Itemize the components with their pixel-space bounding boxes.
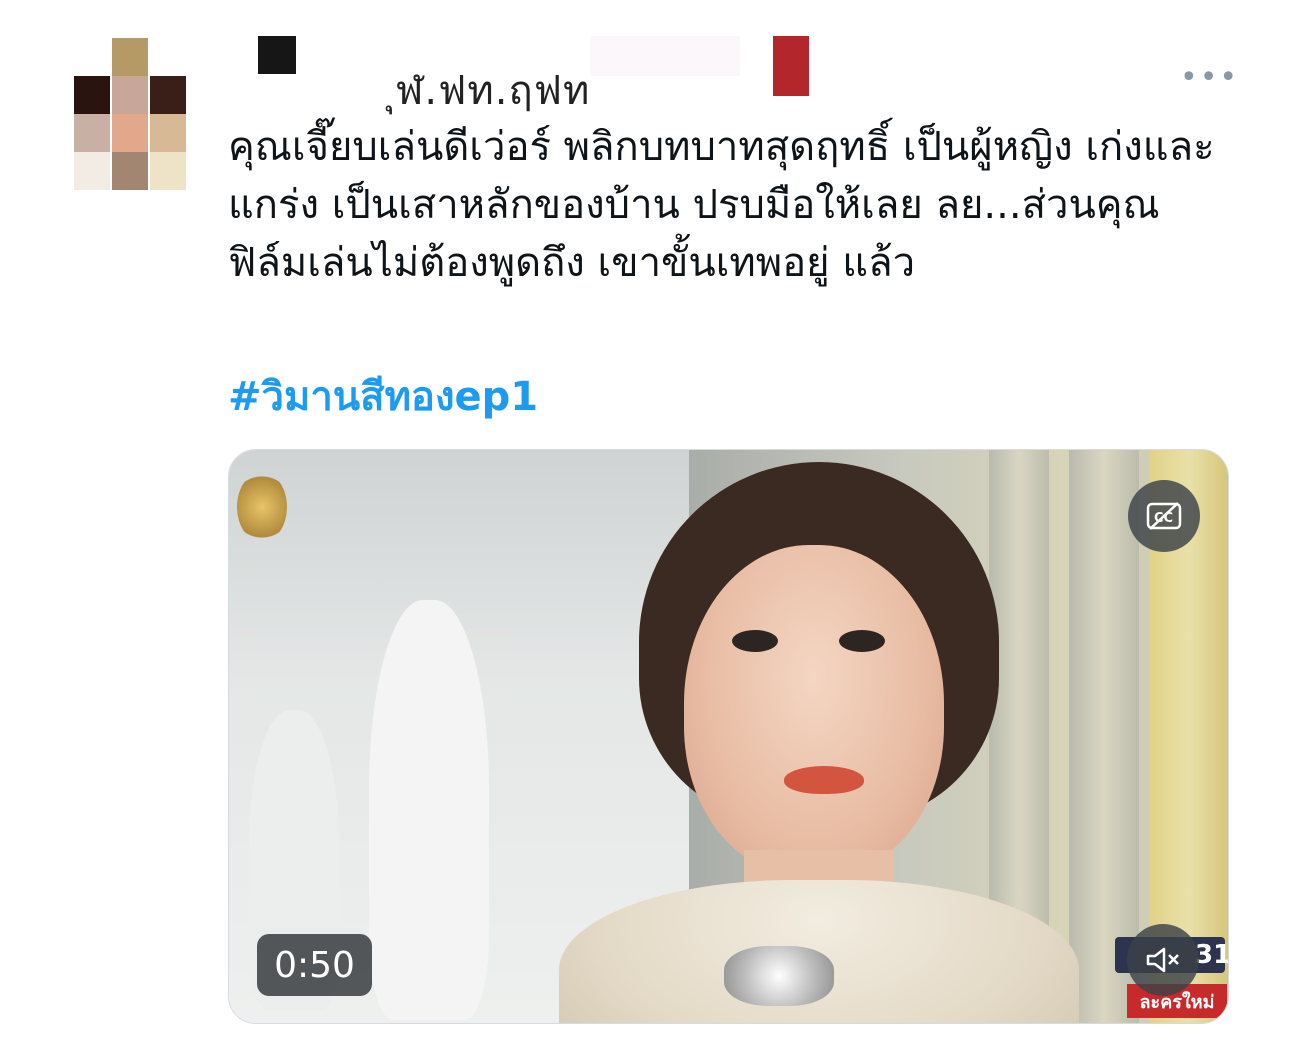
video-frame: 31 ละครใหม่ (229, 450, 1228, 1023)
channel-number: 31 (1195, 940, 1229, 970)
station-emblem-icon (237, 472, 287, 542)
volume-muted-icon[interactable] (1127, 924, 1199, 996)
captions-off-icon[interactable]: CC (1128, 480, 1200, 552)
hashtag-link[interactable]: #วิมานสีทองep1 (228, 368, 538, 426)
avatar[interactable] (74, 38, 194, 190)
author-name[interactable]: ุฬ.ฟท.ฤฟท (395, 58, 590, 122)
brooch-icon (724, 946, 834, 1006)
tweet-card[interactable]: ุฬ.ฟท.ฤฟท ••• คุณเจี๊ยบเล่นดีเว่อร์ พลิก… (0, 0, 1290, 1044)
more-horizontal-icon[interactable]: ••• (1180, 60, 1239, 95)
video-duration: 0:50 (257, 934, 372, 996)
tweet-text: คุณเจี๊ยบเล่นดีเว่อร์ พลิกบทบาทสุดฤทธิ์ … (228, 124, 1215, 286)
video-player[interactable]: 31 ละครใหม่ CC 0:50 (228, 449, 1229, 1024)
